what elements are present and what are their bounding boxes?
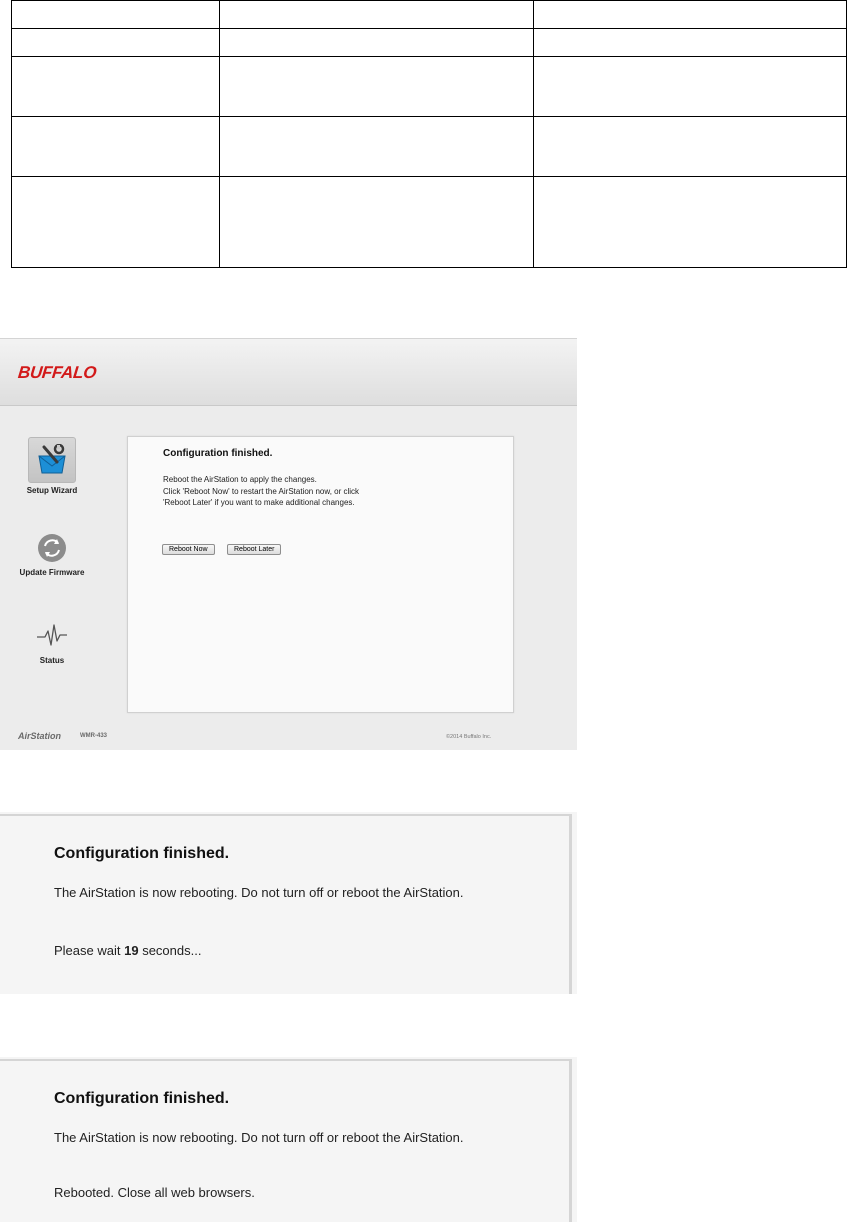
model-name: WMR-433 — [80, 733, 108, 739]
countdown-seconds: 19 — [124, 943, 139, 958]
instruction-line: Reboot the AirStation to apply the chang… — [163, 475, 317, 484]
sidebar-item-label: Status — [39, 656, 65, 665]
wait-suffix: seconds... — [142, 943, 202, 958]
sidebar-item-status[interactable]: Status — [0, 619, 104, 665]
rebooting-message: The AirStation is now rebooting. Do not … — [54, 1130, 464, 1145]
airstation-logo: AirStation — [18, 731, 62, 741]
router-config-screen: BUFFALO Setup Wizard Update Firmware Sta… — [0, 338, 577, 750]
status-icon — [35, 619, 69, 653]
rebooting-message: The AirStation is now rebooting. Do not … — [54, 885, 464, 900]
sidebar-item-label: Update Firmware — [19, 568, 85, 577]
rebooting-message-panel: Configuration finished. The AirStation i… — [0, 812, 577, 994]
buffalo-logo: BUFFALO — [17, 363, 98, 382]
setup-wizard-icon — [28, 437, 76, 483]
table-row — [11, 0, 847, 29]
page-title: Configuration finished. — [54, 1090, 230, 1107]
wait-prefix: Please wait — [54, 943, 121, 958]
sidebar-item-label: Setup Wizard — [26, 486, 78, 495]
document-table — [11, 0, 847, 268]
table-row — [11, 56, 847, 117]
instruction-text: Reboot the AirStation to apply the chang… — [163, 474, 483, 509]
wait-countdown: Please wait 19 seconds... — [54, 942, 484, 960]
instruction-line: 'Reboot Later' if you want to make addit… — [163, 498, 355, 507]
reboot-later-button[interactable]: Reboot Later — [227, 544, 282, 555]
page-title: Configuration finished. — [163, 448, 273, 459]
instruction-line: Click 'Reboot Now' to restart the AirSta… — [163, 486, 360, 496]
copyright-text: ©2014 Buffalo Inc. — [446, 734, 492, 740]
rebooted-message: Rebooted. Close all web browsers. — [54, 1185, 255, 1200]
rebooted-message-panel: Configuration finished. The AirStation i… — [0, 1057, 577, 1222]
panel-frame — [0, 814, 572, 994]
reboot-now-button[interactable]: Reboot Now — [162, 544, 215, 555]
sidebar-item-update-firmware[interactable]: Update Firmware — [0, 531, 104, 577]
sidebar-item-setup-wizard[interactable]: Setup Wizard — [0, 437, 104, 495]
page-title: Configuration finished. — [54, 845, 230, 862]
table-row — [11, 176, 847, 268]
update-firmware-icon — [35, 531, 69, 565]
table-row — [11, 28, 847, 57]
app-header: BUFFALO — [0, 339, 577, 406]
content-panel: Configuration finished. Reboot the AirSt… — [127, 436, 514, 713]
table-row — [11, 116, 847, 177]
